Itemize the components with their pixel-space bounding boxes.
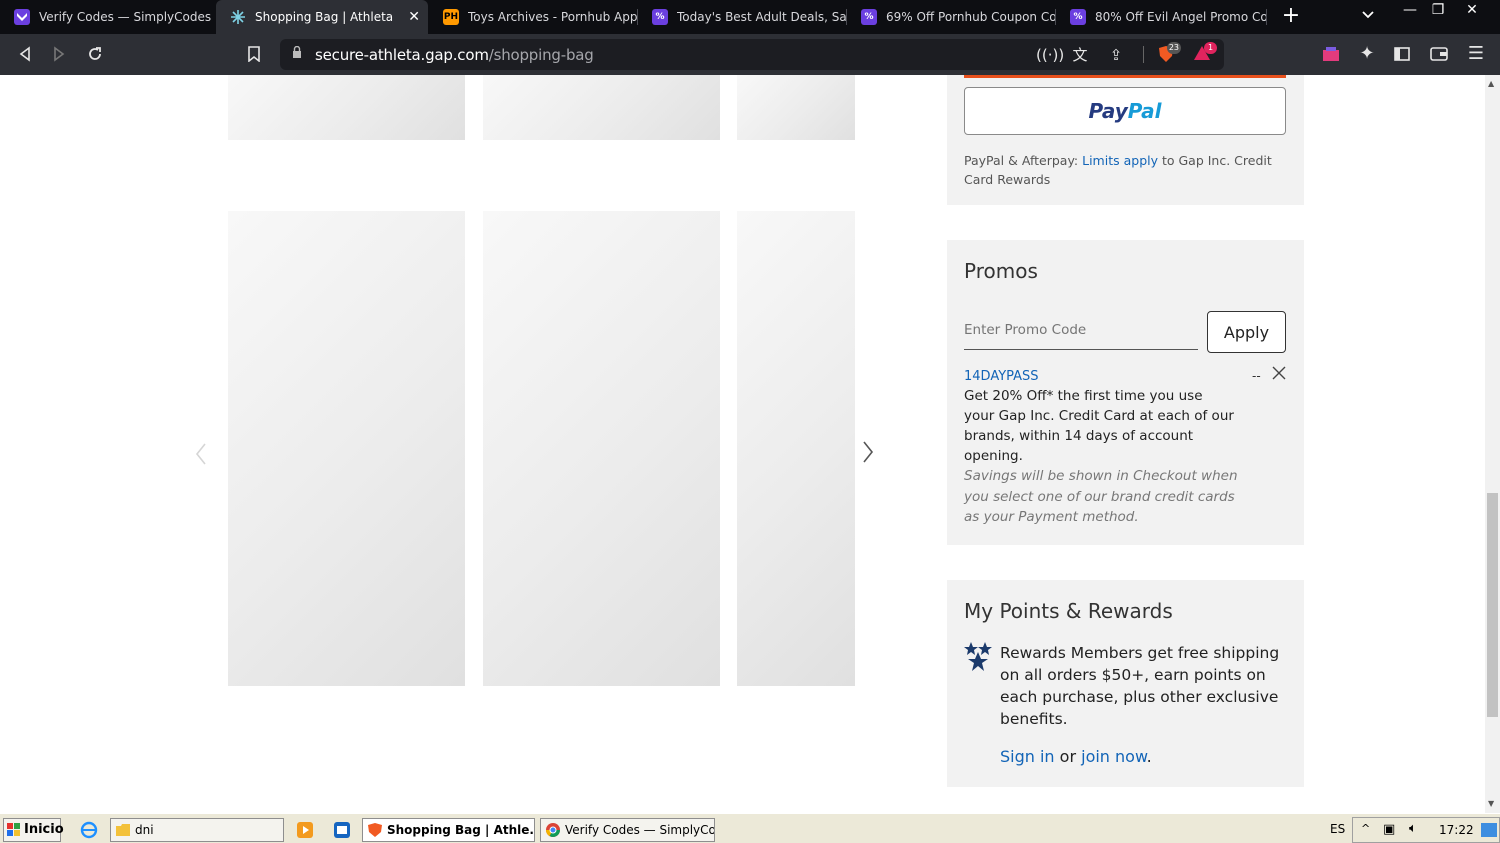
tab-pornhub-apparel[interactable]: PH Toys Archives - Pornhub Apparel [429, 0, 637, 34]
show-desktop-icon[interactable] [1481, 823, 1497, 837]
scroll-up-icon[interactable]: ▲ [1488, 79, 1494, 88]
tab-separator [1266, 9, 1267, 25]
rewards-links: Sign in or join now. [1000, 747, 1152, 766]
menu-icon[interactable]: ☰ [1465, 43, 1487, 65]
windows-logo-icon [7, 823, 20, 836]
product-image-placeholder[interactable] [483, 211, 720, 686]
tab-strip: Verify Codes — SimplyCodes Shopping Bag … [0, 0, 1500, 34]
scroll-thumb[interactable] [1487, 493, 1498, 717]
tray-expand-icon[interactable]: ^ [1361, 822, 1370, 835]
checkout-panel: PayPal PayPal & Afterpay: Limits apply t… [947, 75, 1304, 205]
brave-shield-icon[interactable]: 23 [1156, 42, 1181, 65]
brave-rewards-icon[interactable]: 1 [1192, 42, 1217, 65]
os-taskbar: Inicio dni Shopping Bag | Athle... Verif… [0, 813, 1500, 843]
remove-promo-icon[interactable] [1272, 366, 1286, 380]
new-tab-icon[interactable]: + [1280, 4, 1302, 28]
promos-title: Promos [964, 259, 1038, 283]
promo-description: Get 20% Off* the first time you use your… [964, 388, 1234, 464]
app-icon[interactable] [333, 821, 351, 839]
applied-promo-code[interactable]: 14DAYPASS [964, 369, 1039, 384]
rewards-panel: My Points & Rewards Rewards Members get … [947, 580, 1304, 787]
start-button[interactable]: Inicio [3, 818, 64, 842]
stars-icon [964, 642, 992, 671]
tab-simplycodes[interactable]: Verify Codes — SimplyCodes [0, 0, 215, 34]
reload-icon[interactable] [84, 43, 106, 65]
promo-note: Savings will be shown in Checkout when y… [964, 468, 1238, 525]
brave-icon [368, 823, 382, 837]
network-icon[interactable]: ▣ [1383, 822, 1395, 837]
tab-title: 69% Off Pornhub Coupon Code [886, 10, 1055, 24]
sign-in-link[interactable]: Sign in [1000, 747, 1055, 766]
translate-icon[interactable]: 文 [1070, 45, 1090, 65]
tab-pornhub-coupon[interactable]: % 69% Off Pornhub Coupon Code [847, 0, 1055, 34]
product-image-placeholder[interactable] [483, 75, 720, 140]
tab-close-icon[interactable]: ✕ [408, 9, 420, 25]
page-scrollbar[interactable]: ▲ ▼ [1485, 75, 1500, 813]
coupon-icon: % [652, 9, 668, 25]
tab-title: Toys Archives - Pornhub Apparel [468, 10, 637, 24]
promo-code-input[interactable] [964, 310, 1198, 350]
tab-title: 80% Off Evil Angel Promo Code [1095, 10, 1266, 24]
limits-apply-link[interactable]: Limits apply [1082, 153, 1158, 168]
athleta-icon [230, 9, 246, 25]
coupon-icon: % [861, 9, 877, 25]
taskbar-item-dni[interactable]: dni [110, 818, 284, 842]
paypal-button[interactable]: PayPal [964, 87, 1286, 135]
browser-toolbar: secure-athleta.gap.com/shopping-bag ((·)… [0, 34, 1500, 75]
tab-title: Verify Codes — SimplyCodes [39, 10, 212, 24]
lock-icon[interactable] [292, 46, 302, 58]
sidebar-icon[interactable] [1391, 43, 1413, 65]
tab-athleta[interactable]: Shopping Bag | Athleta ✕ [216, 0, 428, 34]
wallet-icon[interactable] [1428, 43, 1450, 65]
rewards-badge: 1 [1204, 42, 1217, 54]
url-text[interactable]: secure-athleta.gap.com/shopping-bag [315, 46, 594, 64]
system-tray: ^ ▣ 🔈︎ 17:22 [1352, 817, 1500, 843]
payment-fine-print: PayPal & Afterpay: Limits apply to Gap I… [964, 153, 1272, 187]
restore-icon[interactable]: ❐ [1422, 0, 1454, 24]
url-separator [1143, 46, 1144, 63]
apply-button[interactable]: Apply [1207, 311, 1286, 353]
bookmark-icon[interactable] [243, 43, 265, 65]
extensions-icon[interactable]: ✦ [1356, 43, 1378, 65]
address-bar[interactable]: secure-athleta.gap.com/shopping-bag ((·)… [280, 39, 1224, 70]
taskbar-item-brave[interactable]: Shopping Bag | Athle... [362, 818, 535, 842]
tab-list-chevron-icon[interactable] [1362, 8, 1374, 23]
folder-icon [116, 824, 130, 836]
scroll-down-icon[interactable]: ▼ [1488, 799, 1494, 808]
simplycodes-icon [14, 9, 30, 25]
ph-icon: PH [443, 9, 459, 25]
carousel-prev-icon[interactable] [195, 442, 207, 473]
language-indicator[interactable]: ES [1330, 822, 1345, 836]
join-now-link[interactable]: join now [1081, 747, 1146, 766]
product-image-placeholder[interactable] [228, 211, 465, 686]
wallet-extension-icon[interactable] [1320, 43, 1342, 65]
tab-adult-deals[interactable]: % Today's Best Adult Deals, Sales & [638, 0, 846, 34]
close-window-icon[interactable]: ✕ [1456, 0, 1488, 24]
rewards-description: Rewards Members get free shipping on all… [1000, 644, 1280, 728]
shield-badge: 23 [1166, 42, 1181, 54]
taskbar-item-chrome[interactable]: Verify Codes — SimplyCo... [540, 818, 715, 842]
carousel-next-icon[interactable] [862, 438, 874, 471]
volume-icon[interactable]: 🔈︎ [1409, 821, 1417, 836]
product-image-placeholder[interactable] [737, 75, 855, 140]
share-icon[interactable]: ⇪ [1106, 45, 1126, 65]
tab-title: Shopping Bag | Athleta [255, 10, 394, 24]
product-image-placeholder[interactable] [228, 75, 465, 140]
back-icon[interactable] [14, 43, 36, 65]
forward-icon[interactable] [48, 43, 70, 65]
promo-amount: -- [1252, 369, 1261, 383]
promos-panel: Promos Apply 14DAYPASS -- Get 20% Off* t… [947, 240, 1304, 545]
chrome-icon [546, 823, 560, 837]
clock[interactable]: 17:22 [1439, 823, 1474, 837]
checkout-button-edge[interactable] [964, 75, 1286, 78]
rewards-title: My Points & Rewards [964, 599, 1173, 623]
product-image-placeholder[interactable] [737, 211, 855, 686]
tab-evil-angel[interactable]: % 80% Off Evil Angel Promo Code [1056, 0, 1266, 34]
media-icon[interactable]: ((·)) [1036, 45, 1064, 65]
coupon-icon: % [1070, 9, 1086, 25]
tab-title: Today's Best Adult Deals, Sales & [677, 10, 846, 24]
media-player-icon[interactable] [296, 821, 314, 839]
page-content: PayPal PayPal & Afterpay: Limits apply t… [0, 75, 1500, 813]
ie-icon[interactable] [80, 821, 98, 839]
